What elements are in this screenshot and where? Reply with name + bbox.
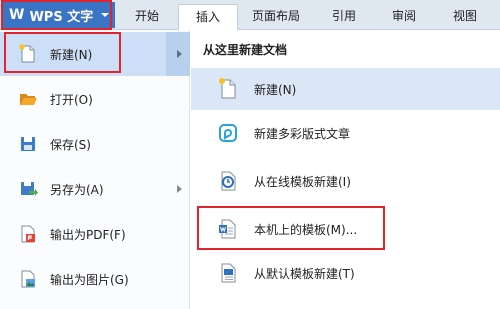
- export-pdf-icon: [21, 225, 35, 243]
- tab-view[interactable]: 视图: [453, 7, 477, 24]
- online-template-icon: [221, 171, 236, 191]
- menu-item-label: 新建(N): [50, 47, 93, 62]
- menu-item-label: 打开(O): [50, 92, 93, 107]
- save-as-icon: [21, 182, 38, 196]
- menu-item-label: 输出为PDF(F): [50, 227, 126, 242]
- chevron-right-icon: [177, 185, 182, 193]
- submenu-item-colorful-article[interactable]: 新建多彩版式文章: [191, 112, 500, 154]
- submenu-item-label: 新建(N): [254, 82, 297, 97]
- menu-item-label: 输出为图片(G): [50, 272, 129, 287]
- new-document-icon: [219, 78, 236, 99]
- wps-logo-icon: W: [9, 7, 25, 23]
- local-template-icon: [219, 219, 236, 239]
- menu-item-label: 保存(S): [50, 137, 91, 152]
- export-image-icon: [21, 270, 35, 288]
- save-disk-icon: [21, 137, 35, 151]
- file-menu: 新建(N) 打开(O) 保存(S) 另存为(A) 输出为PDF(F) 输出为图片…: [0, 30, 190, 309]
- submenu-item-new[interactable]: 新建(N): [191, 68, 500, 110]
- submenu-item-label: 从在线模板新建(I): [254, 174, 351, 189]
- menu-item-label: 另存为(A): [50, 182, 104, 197]
- menu-item-save-as[interactable]: 另存为(A): [0, 167, 190, 211]
- menu-item-new[interactable]: 新建(N): [0, 32, 190, 76]
- menu-item-save[interactable]: 保存(S): [0, 122, 190, 166]
- menu-item-export-pdf[interactable]: 输出为PDF(F): [0, 212, 190, 256]
- submenu-item-default-template[interactable]: 从默认模板新建(T): [191, 252, 500, 294]
- submenu-item-label: 从默认模板新建(T): [254, 266, 355, 281]
- menu-item-export-image[interactable]: 输出为图片(G): [0, 257, 190, 301]
- tab-review[interactable]: 审阅: [392, 7, 416, 24]
- wps-app-menu-button[interactable]: W WPS 文字: [3, 2, 115, 28]
- submenu-item-local-template[interactable]: 本机上的模板(M)...: [191, 208, 500, 250]
- new-submenu: 从这里新建文档 新建(N) 新建多彩版式文章 从在线模板新建(I) 本机上的模板…: [191, 30, 500, 309]
- ribbon-tab-bar: W WPS 文字 开始 插入 页面布局 引用 审阅 视图: [0, 0, 500, 31]
- tab-insert[interactable]: 插入: [178, 4, 238, 31]
- new-document-icon: [19, 44, 35, 63]
- tab-page-layout[interactable]: 页面布局: [252, 7, 300, 24]
- submenu-item-online-template[interactable]: 从在线模板新建(I): [191, 160, 500, 202]
- chevron-right-icon: [177, 50, 182, 58]
- open-folder-icon: [20, 94, 37, 105]
- submenu-title: 从这里新建文档: [203, 43, 288, 57]
- tab-references[interactable]: 引用: [332, 7, 356, 24]
- wps-menu-title: WPS 文字: [29, 9, 94, 25]
- menu-item-open[interactable]: 打开(O): [0, 77, 190, 121]
- submenu-item-label: 本机上的模板(M)...: [254, 222, 358, 237]
- chevron-down-icon: [101, 13, 109, 17]
- submenu-item-label: 新建多彩版式文章: [254, 126, 351, 141]
- default-template-icon: [221, 263, 236, 283]
- tab-home[interactable]: 开始: [135, 7, 159, 24]
- colorful-article-icon: [219, 124, 237, 142]
